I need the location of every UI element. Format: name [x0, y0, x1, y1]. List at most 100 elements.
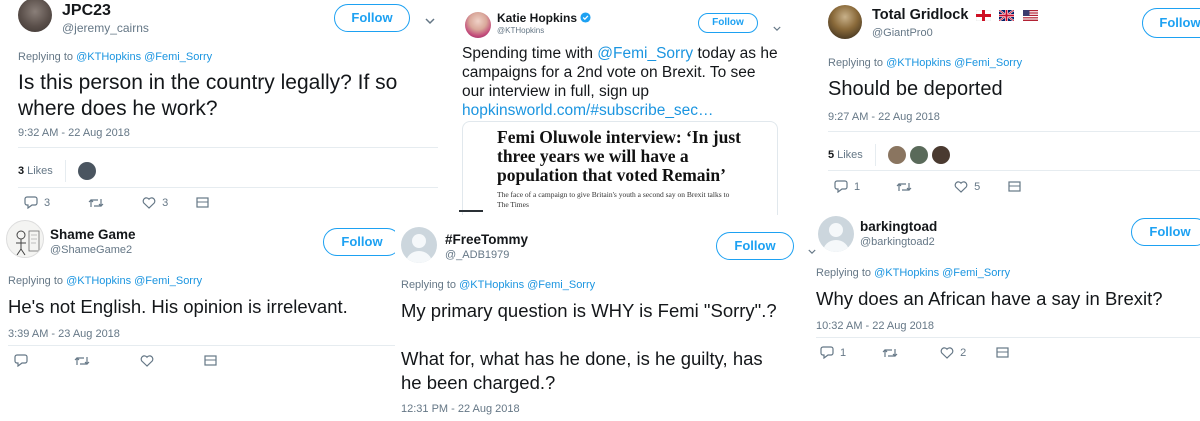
- follow-button[interactable]: Follow: [1142, 8, 1200, 38]
- tweet-text: Is this person in the country legally? I…: [18, 70, 397, 122]
- avatar[interactable]: [465, 12, 491, 38]
- display-name[interactable]: Total Gridlock: [872, 7, 1038, 23]
- tweet-text-line: campaigns for a 2nd vote on Brexit. To s…: [462, 64, 756, 81]
- reply-icon: [834, 180, 848, 193]
- verified-badge-icon: [580, 12, 591, 23]
- reply-count: 1: [840, 346, 847, 359]
- replying-to-label: Replying to: [8, 275, 64, 287]
- liker-avatar[interactable]: [909, 146, 928, 164]
- user-handle[interactable]: @_ADB1979: [445, 249, 509, 261]
- follow-button[interactable]: Follow: [698, 13, 758, 33]
- message-button[interactable]: [204, 355, 217, 366]
- tweet-text: He's not English. His opinion is irrelev…: [8, 296, 348, 317]
- like-count: 2: [960, 346, 967, 359]
- user-handle[interactable]: @GiantPro0: [872, 27, 933, 39]
- retweet-icon: [896, 182, 912, 191]
- envelope-icon: [996, 347, 1009, 358]
- reply-button[interactable]: 1: [820, 346, 846, 359]
- card-subtitle-line: The Times: [497, 200, 529, 209]
- display-name[interactable]: JPC23: [62, 2, 111, 20]
- reply-button[interactable]: [14, 354, 28, 367]
- divider: [816, 337, 1200, 338]
- message-button[interactable]: [1008, 181, 1021, 192]
- like-button[interactable]: 2: [940, 347, 966, 359]
- reply-mentions[interactable]: @KTHopkins @Femi_Sorry: [874, 267, 1010, 279]
- link-card[interactable]: Femi Oluwole interview: ‘In just three y…: [462, 121, 778, 215]
- timestamp[interactable]: 9:27 AM - 22 Aug 2018: [828, 111, 940, 123]
- reply-button[interactable]: 3: [24, 196, 50, 209]
- display-name-text: Total Gridlock: [872, 7, 969, 23]
- replying-to: Replying to @KTHopkins @Femi_Sorry: [8, 275, 202, 287]
- tweet-text: Should be deported: [828, 78, 1003, 100]
- avatar[interactable]: [818, 216, 854, 252]
- display-name[interactable]: Katie Hopkins: [497, 11, 591, 25]
- reply-mentions[interactable]: @KTHopkins @Femi_Sorry: [886, 57, 1022, 69]
- reply-count: 1: [854, 180, 861, 193]
- replying-to: Replying to @KTHopkins @Femi_Sorry: [816, 267, 1010, 279]
- reply-icon: [14, 354, 28, 367]
- timestamp[interactable]: 3:39 AM - 23 Aug 2018: [8, 328, 120, 340]
- chevron-down-icon[interactable]: [808, 242, 816, 260]
- tweet-text-line: he been charged.?: [401, 372, 556, 393]
- chevron-down-icon[interactable]: [425, 12, 435, 30]
- like-button[interactable]: 3: [142, 197, 168, 209]
- tweet-text-line: My primary question is WHY is Femi "Sorr…: [401, 300, 777, 321]
- reply-mentions[interactable]: @KTHopkins @Femi_Sorry: [76, 51, 212, 63]
- message-button[interactable]: [196, 197, 209, 208]
- follow-button[interactable]: Follow: [323, 228, 401, 256]
- retweet-button[interactable]: [896, 181, 912, 193]
- message-button[interactable]: [996, 347, 1009, 358]
- display-name[interactable]: barkingtoad: [860, 219, 937, 234]
- user-handle[interactable]: @barkingtoad2: [860, 236, 935, 248]
- timestamp[interactable]: 9:32 AM - 22 Aug 2018: [18, 127, 130, 139]
- tweet-actions: 1 5: [834, 180, 1021, 193]
- retweet-button[interactable]: [74, 355, 90, 367]
- england-flag-icon: [976, 9, 992, 21]
- likes-count[interactable]: 3: [18, 165, 24, 177]
- like-button[interactable]: [140, 354, 154, 367]
- likes-count[interactable]: 5: [828, 149, 834, 161]
- like-button[interactable]: 5: [954, 181, 980, 193]
- avatar[interactable]: [6, 220, 44, 258]
- liker-avatar[interactable]: [931, 146, 950, 164]
- user-handle[interactable]: @KTHopkins: [497, 26, 544, 35]
- tweet-text-line: Is this person in the country legally? I…: [18, 71, 398, 94]
- chevron-down-icon[interactable]: [773, 19, 781, 37]
- display-name[interactable]: Shame Game: [50, 227, 136, 242]
- liker-avatar[interactable]: [887, 146, 906, 164]
- reply-mentions[interactable]: @KTHopkins @Femi_Sorry: [66, 275, 202, 287]
- tweet-shame-game: Shame Game @ShameGame2 Follow Replying t…: [0, 215, 401, 421]
- envelope-icon: [196, 197, 209, 208]
- follow-button[interactable]: Follow: [334, 4, 410, 32]
- tweet-freetommy: #FreeTommy @_ADB1979 Follow Replying to …: [395, 215, 810, 421]
- display-name-text: Katie Hopkins: [497, 11, 578, 25]
- display-name[interactable]: #FreeTommy: [445, 232, 528, 247]
- divider: [828, 131, 1200, 132]
- timestamp[interactable]: 12:31 PM - 22 Aug 2018: [401, 403, 520, 415]
- reply-mentions[interactable]: @KTHopkins @Femi_Sorry: [459, 279, 595, 291]
- timestamp[interactable]: 10:32 AM - 22 Aug 2018: [816, 320, 934, 332]
- avatar[interactable]: [828, 5, 862, 39]
- user-handle[interactable]: @jeremy_cairns: [62, 21, 149, 35]
- divider: [874, 144, 876, 166]
- card-scroll-indicator: [459, 210, 483, 212]
- liker-avatar[interactable]: [77, 162, 96, 180]
- replying-to-label: Replying to: [401, 279, 457, 291]
- divider: [18, 147, 438, 148]
- retweet-button[interactable]: [882, 347, 898, 359]
- card-headline-line: population that voted Remain’: [497, 165, 726, 185]
- follow-button[interactable]: Follow: [1131, 218, 1200, 246]
- tweet-link[interactable]: hopkinsworld.com/#subscribe_sec…: [462, 101, 787, 120]
- retweet-icon: [74, 356, 90, 365]
- mention-link[interactable]: @Femi_Sorry: [597, 45, 693, 62]
- retweet-button[interactable]: [88, 197, 104, 209]
- reply-icon: [820, 346, 834, 359]
- avatar[interactable]: [18, 0, 52, 32]
- tweet-text-line: Spending time with @Femi_Sorry today as …: [462, 44, 787, 63]
- avatar[interactable]: [401, 227, 437, 263]
- us-flag-icon: [1022, 9, 1038, 21]
- reply-button[interactable]: 1: [834, 180, 860, 193]
- user-handle[interactable]: @ShameGame2: [50, 244, 132, 256]
- follow-button[interactable]: Follow: [716, 232, 794, 260]
- like-count: 3: [162, 196, 169, 209]
